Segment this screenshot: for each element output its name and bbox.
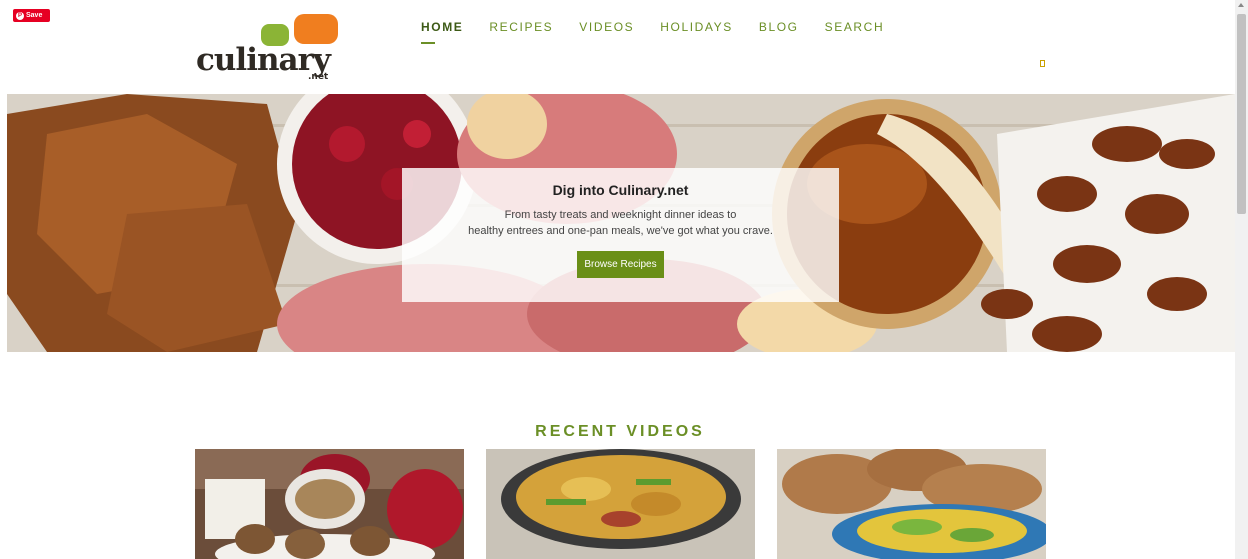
- hero-subtitle-line1: From tasty treats and weeknight dinner i…: [504, 209, 737, 221]
- video-thumbnail-image: [486, 449, 755, 559]
- nav-holidays[interactable]: HOLIDAYS: [660, 20, 733, 34]
- video-card[interactable]: [777, 449, 1046, 559]
- hero-text-box: Dig into Culinary.net From tasty treats …: [402, 168, 839, 302]
- logo-suffix: .net: [308, 72, 329, 82]
- main-nav: HOME RECIPES VIDEOS HOLIDAYS BLOG SEARCH: [421, 20, 910, 44]
- site-logo[interactable]: culinary .net: [196, 14, 346, 82]
- nav-videos[interactable]: VIDEOS: [579, 20, 634, 34]
- nav-recipes[interactable]: RECIPES: [489, 20, 553, 34]
- page-scrollbar[interactable]: [1235, 0, 1248, 559]
- pinterest-save-button[interactable]: P Save: [13, 9, 50, 22]
- video-card[interactable]: [486, 449, 755, 559]
- scroll-up-arrow-icon[interactable]: [1238, 3, 1244, 7]
- recent-videos-title: RECENT VIDEOS: [535, 423, 705, 440]
- video-card[interactable]: [195, 449, 464, 559]
- video-thumbnail-image: [195, 449, 464, 559]
- nav-home[interactable]: HOME: [421, 20, 463, 44]
- scrollbar-thumb[interactable]: [1237, 14, 1246, 214]
- video-thumbnail-image: [777, 449, 1046, 559]
- browse-recipes-button[interactable]: Browse Recipes: [577, 251, 664, 278]
- hero-subtitle: From tasty treats and weeknight dinner i…: [402, 207, 839, 239]
- save-label: Save: [26, 12, 43, 19]
- cart-icon[interactable]: [1040, 60, 1045, 67]
- hero-title: Dig into Culinary.net: [552, 182, 689, 198]
- nav-blog[interactable]: BLOG: [759, 20, 799, 34]
- nav-search[interactable]: SEARCH: [825, 20, 885, 34]
- logo-orange-bubble-icon: [294, 14, 338, 44]
- hero-subtitle-line2: healthy entrees and one-pan meals, we've…: [468, 225, 773, 237]
- pinterest-icon: P: [16, 11, 24, 20]
- hero-banner: Dig into Culinary.net From tasty treats …: [7, 94, 1235, 352]
